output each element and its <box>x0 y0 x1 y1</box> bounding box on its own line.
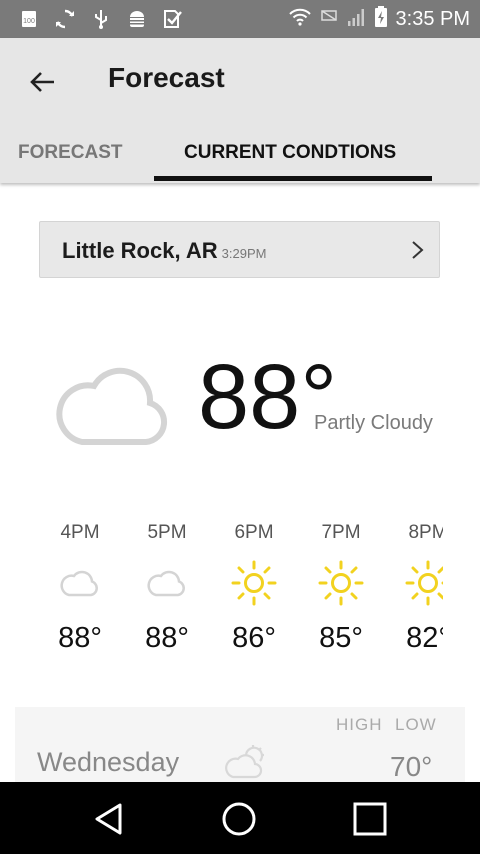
navigation-bar <box>0 782 480 854</box>
sun-icon <box>405 560 443 606</box>
triangle-back-icon <box>95 803 122 835</box>
chevron-right-icon <box>412 241 424 259</box>
hour-time: 5PM <box>147 522 187 543</box>
back-button[interactable] <box>24 64 60 100</box>
hour-temp: 86° <box>232 622 276 654</box>
cloud-icon <box>60 570 98 597</box>
hourly-item: 8PM 82° <box>384 522 443 655</box>
tab-current-conditions[interactable]: CURRENT CONDTIONS <box>184 142 396 164</box>
partly-cloudy-icon <box>225 745 264 779</box>
svg-text:100: 100 <box>23 18 35 25</box>
sun-icon <box>318 560 364 606</box>
nav-home-button[interactable] <box>219 799 259 839</box>
location-selector[interactable]: Little Rock, AR 3:29PM <box>39 221 440 278</box>
tab-selected-indicator <box>154 176 432 181</box>
android-debug-icon <box>126 8 148 30</box>
nav-recents-button[interactable] <box>350 799 390 839</box>
current-condition: Partly Cloudy <box>314 412 433 434</box>
battery-100-icon: 100 <box>18 8 40 30</box>
hour-temp: 88° <box>58 622 102 654</box>
cloud-icon <box>56 367 168 445</box>
low-header: LOW <box>395 715 437 734</box>
location-name: Little Rock, AR <box>62 238 218 263</box>
cloud-icon <box>147 570 185 597</box>
hourly-item: 7PM 85° <box>297 522 385 655</box>
hour-time: 6PM <box>234 522 274 543</box>
status-time: 3:35 PM <box>395 8 470 30</box>
square-recents-icon <box>353 802 387 836</box>
hourly-item: 6PM 86° <box>210 522 298 655</box>
hour-time: 8PM <box>408 522 443 543</box>
no-signal-icon <box>320 7 338 32</box>
hour-time: 4PM <box>60 522 100 543</box>
hour-temp: 88° <box>145 622 189 654</box>
hour-temp: 82° <box>406 622 443 654</box>
system-indicators: 3:35 PM <box>288 6 470 33</box>
wifi-icon <box>288 7 312 32</box>
play-store-icon <box>162 8 184 30</box>
sync-icon <box>54 8 76 30</box>
usb-icon <box>90 8 112 30</box>
status-bar: 100 3:35 PM <box>0 0 480 38</box>
page-title: Forecast <box>108 62 225 93</box>
location-updated-time: 3:29PM <box>221 246 267 261</box>
high-header: HIGH <box>336 715 383 734</box>
notification-icons: 100 <box>18 8 184 30</box>
hourly-forecast[interactable]: 4PM 88° 5PM 88° 6PM 86° 7PM 85° 8PM 82° <box>0 522 443 672</box>
hour-temp: 85° <box>319 622 363 654</box>
hourly-item: 5PM 88° <box>123 522 211 655</box>
app-bar: Forecast FORECAST CURRENT CONDTIONS <box>0 38 480 183</box>
battery-charging-icon <box>374 6 388 33</box>
nav-back-button[interactable] <box>88 799 128 839</box>
daily-forecast: HIGH LOW Wednesday 70° <box>15 707 465 787</box>
hour-time: 7PM <box>321 522 361 543</box>
hourly-item: 4PM 88° <box>36 522 124 655</box>
day-low-temp: 70° <box>390 751 433 782</box>
signal-bars-icon <box>346 7 366 32</box>
sun-icon <box>231 560 277 606</box>
tab-forecast[interactable]: FORECAST <box>18 142 123 164</box>
day-name: Wednesday <box>37 747 180 777</box>
location-label: Little Rock, AR 3:29PM <box>62 238 266 264</box>
arrow-back-icon <box>30 72 54 92</box>
circle-home-icon <box>222 802 256 836</box>
